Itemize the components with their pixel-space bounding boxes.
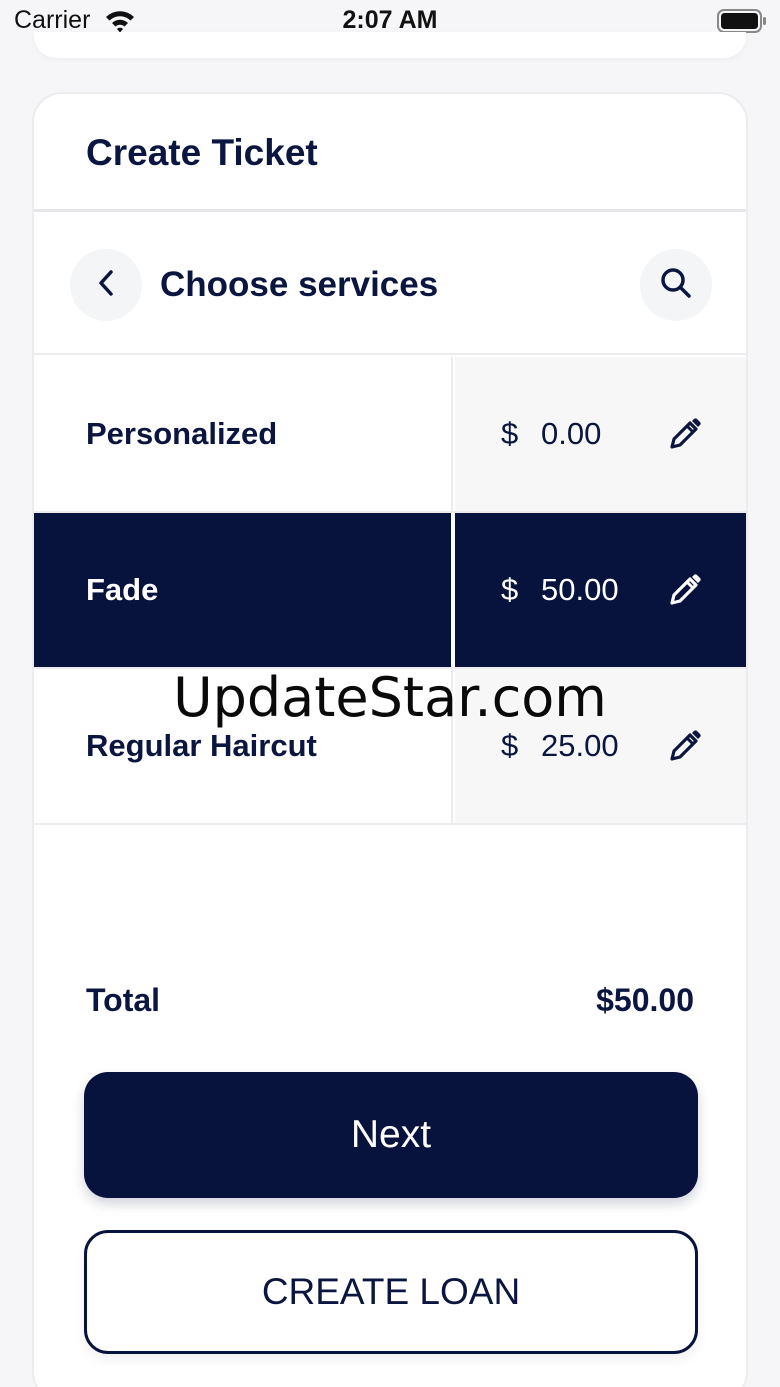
search-icon xyxy=(659,266,693,305)
pencil-icon[interactable] xyxy=(665,513,705,667)
currency-symbol: $ xyxy=(501,416,519,451)
service-row-personalized[interactable]: Personalized $ 0.00 xyxy=(34,357,746,513)
total-label: Total xyxy=(86,982,161,1018)
search-button[interactable] xyxy=(640,249,712,321)
next-button[interactable]: Next xyxy=(84,1072,698,1198)
service-list: Personalized $ 0.00 Fade $ 50.00 Regular… xyxy=(34,357,746,825)
service-name-cell: Personalized xyxy=(34,357,453,511)
service-name-cell: Fade xyxy=(34,513,453,667)
pencil-icon[interactable] xyxy=(665,357,705,511)
services-header: Choose services xyxy=(34,215,746,355)
service-row-fade[interactable]: Fade $ 50.00 xyxy=(34,513,746,669)
chevron-left-icon xyxy=(95,268,117,303)
page-title: Create Ticket xyxy=(86,132,318,173)
total-amount: $50.00 xyxy=(596,982,694,1018)
background-card xyxy=(34,32,746,58)
create-ticket-card: Create Ticket Choose services Personaliz… xyxy=(32,92,748,1387)
back-button[interactable] xyxy=(70,249,142,321)
create-loan-button[interactable]: CREATE LOAN xyxy=(84,1230,698,1354)
screen: Carrier 2:07 AM Create Ticket Choose ser… xyxy=(0,0,780,1387)
service-name: Fade xyxy=(86,572,159,607)
service-price: 0.00 xyxy=(541,416,602,451)
card-header: Create Ticket xyxy=(34,94,746,212)
currency-symbol: $ xyxy=(501,572,519,607)
service-price-cell: $ 50.00 xyxy=(455,513,746,667)
service-price-cell: $ 0.00 xyxy=(455,357,746,511)
watermark-text: UpdateStar.com xyxy=(173,666,607,729)
service-price: 50.00 xyxy=(541,572,619,607)
clock: 2:07 AM xyxy=(342,6,438,34)
service-name: Personalized xyxy=(86,416,278,451)
section-title: Choose services xyxy=(160,265,439,304)
